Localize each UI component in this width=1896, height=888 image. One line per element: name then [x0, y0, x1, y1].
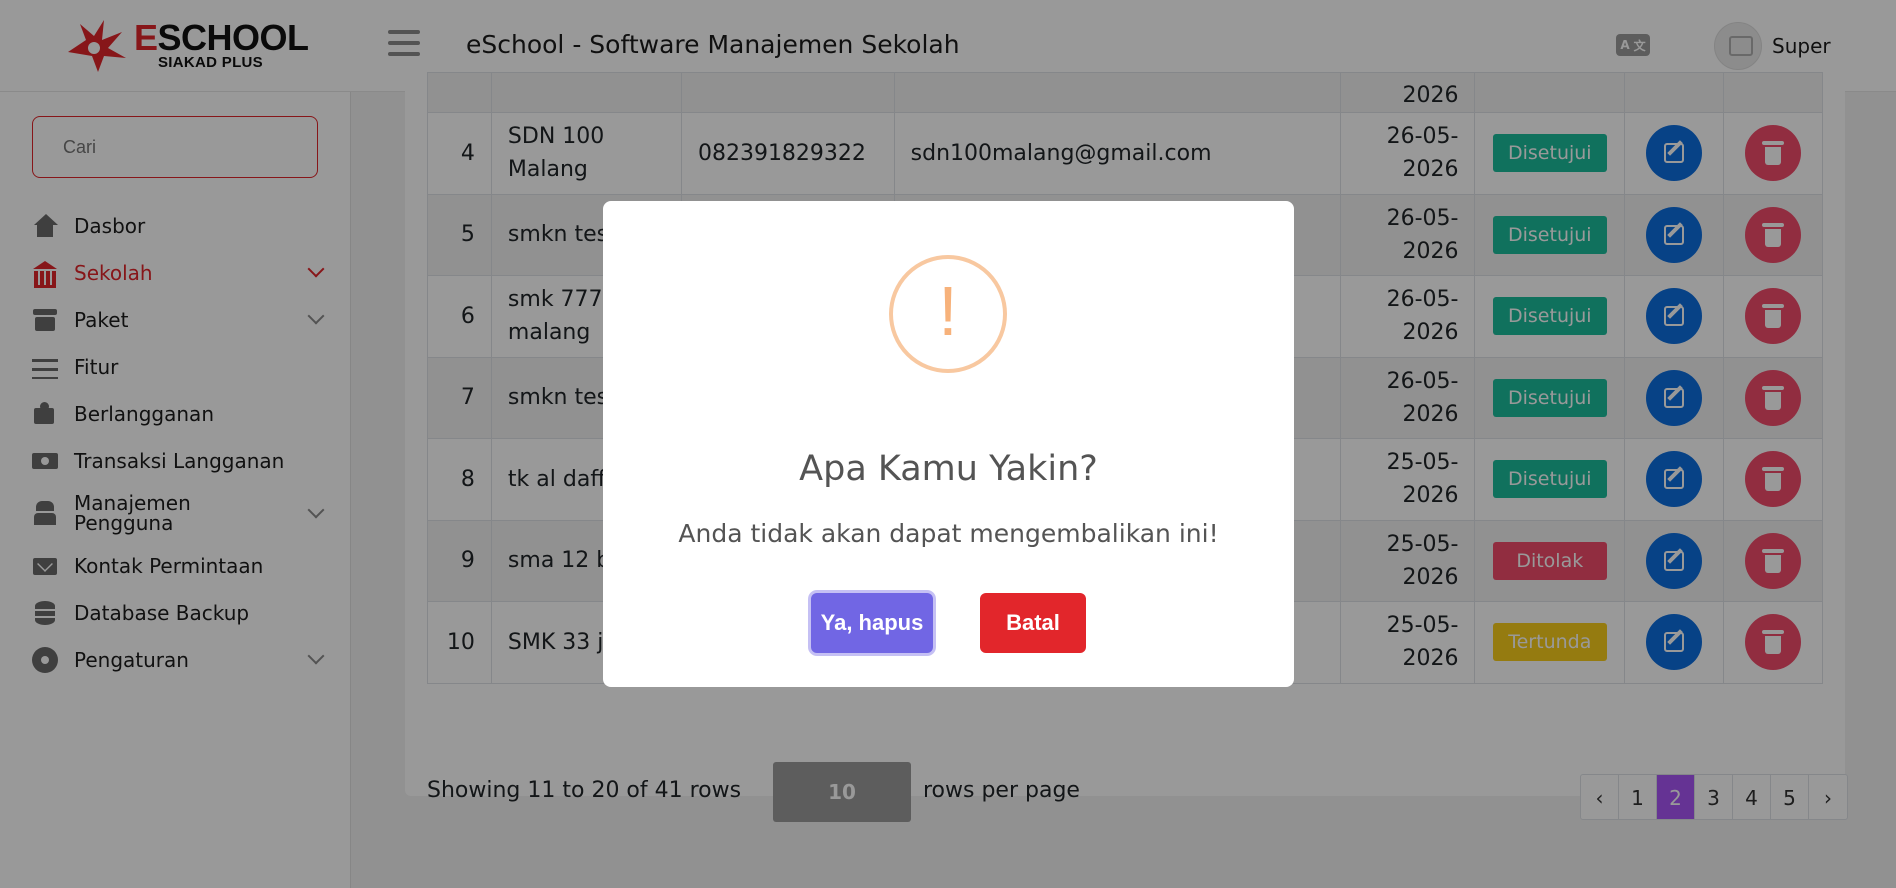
- dialog-title: Apa Kamu Yakin?: [799, 449, 1098, 489]
- cancel-button[interactable]: Batal: [980, 593, 1086, 653]
- confirm-delete-button[interactable]: Ya, hapus: [811, 593, 933, 653]
- warning-icon: !: [889, 255, 1007, 373]
- dialog-text: Anda tidak akan dapat mengembalikan ini!: [678, 519, 1219, 548]
- warning-mark: !: [938, 272, 958, 350]
- confirm-dialog: ! Apa Kamu Yakin? Anda tidak akan dapat …: [603, 201, 1294, 687]
